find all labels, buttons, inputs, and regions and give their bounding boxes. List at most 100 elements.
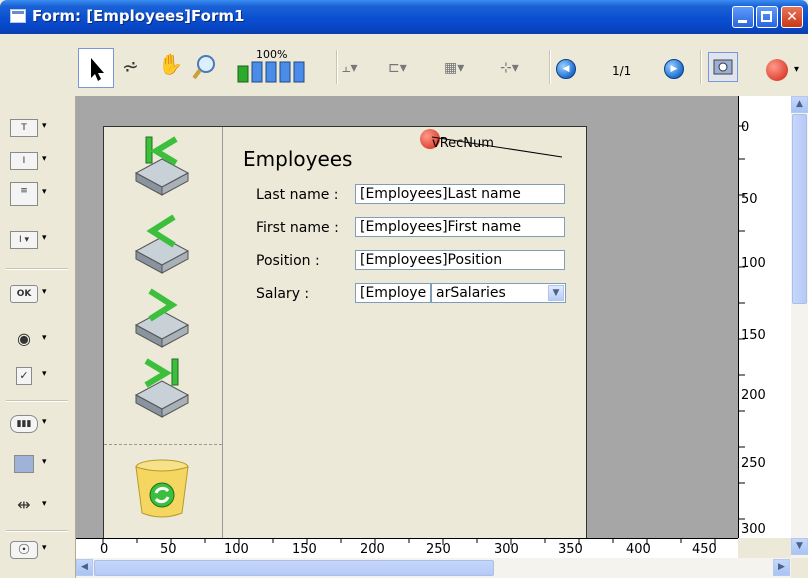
chevron-down-icon[interactable]: ▾ (42, 369, 47, 379)
last-record-icon (134, 358, 190, 418)
first-name-label: First name : (256, 220, 339, 236)
field-tool[interactable]: I ▾ (10, 149, 65, 175)
hruler-label: 300 (494, 542, 519, 557)
radio-button-icon: ◉ (17, 329, 31, 348)
hruler-label: 200 (360, 542, 385, 557)
salary-field[interactable]: [Employe (355, 283, 431, 303)
previous-record-icon (134, 214, 190, 274)
first-record-icon (134, 136, 190, 196)
form-editor-canvas[interactable]: Employees vRecNum Last name : [Employees… (76, 96, 738, 538)
order-tool-icon[interactable]: ⩫ (122, 54, 139, 78)
combo-tool-icon: I ▾ (10, 231, 38, 249)
chevron-down-icon[interactable]: ▾ (42, 417, 47, 427)
form-window-icon (10, 9, 26, 23)
vertical-ruler: 0 50 100 150 200 250 300 (738, 96, 792, 538)
form-title: Employees (243, 147, 353, 171)
vertical-scrollbar[interactable]: ▲ ▼ (791, 96, 808, 558)
vruler-label: 250 (741, 456, 766, 471)
list-tool[interactable]: ≡ ▾ (10, 182, 65, 208)
form-page: Employees vRecNum Last name : [Employees… (103, 126, 587, 538)
progress-tool[interactable]: ▮▮▮ ▾ (10, 412, 65, 438)
previous-page-icon[interactable]: ◀ (556, 59, 576, 79)
chevron-down-icon[interactable]: ▾ (42, 333, 47, 343)
previous-record-button[interactable] (132, 211, 192, 275)
delete-record-button[interactable] (132, 457, 192, 521)
text-tool[interactable]: T ▾ (10, 116, 65, 142)
object-palette: T ▾ I ▾ ≡ ▾ I ▾ ▾ OK ▾ ◉ ▾ ✓ ▾ ▮▮▮ ▾ ▾ ⇹ ▾ ☉ ▾ (0, 96, 76, 578)
pointer-tool-button[interactable] (78, 48, 114, 88)
pointer-icon (91, 58, 104, 81)
ok-button-icon: OK (10, 285, 38, 303)
salary-dropdown-value: arSalaries (436, 285, 506, 301)
layer-icon[interactable]: ▦▾ (444, 56, 464, 80)
position-label: Position : (256, 253, 320, 269)
scroll-up-icon[interactable]: ▲ (791, 96, 808, 113)
object-line (432, 136, 563, 158)
rectangle-tool[interactable]: ▾ (10, 452, 65, 478)
splitter-tool[interactable]: ⇹ ▾ (10, 494, 65, 520)
vruler-label: 0 (741, 120, 750, 135)
hruler-label: 50 (160, 542, 177, 557)
chevron-down-icon[interactable]: ▼ (548, 285, 564, 301)
plugin-area-icon[interactable] (766, 59, 788, 81)
zoom-magnifier-icon[interactable] (191, 52, 217, 82)
text-tool-icon: T (10, 119, 38, 137)
progress-bar-icon: ▮▮▮ (10, 415, 38, 433)
horizontal-scroll-thumb[interactable] (94, 560, 494, 576)
plugin-tool[interactable]: ☉ ▾ (10, 538, 65, 564)
chevron-down-icon[interactable]: ▾ (794, 64, 799, 75)
chevron-down-icon[interactable]: ▾ (42, 457, 47, 467)
field-tool-icon: I (10, 152, 38, 170)
chevron-down-icon[interactable]: ▾ (42, 543, 47, 553)
close-button[interactable]: ✕ (781, 6, 803, 28)
maximize-button[interactable] (756, 6, 778, 28)
chevron-down-icon[interactable]: ▾ (42, 154, 47, 164)
salary-label: Salary : (256, 286, 310, 302)
vruler-label: 200 (741, 388, 766, 403)
hand-icon[interactable]: ✋ (158, 52, 183, 76)
chevron-down-icon[interactable]: ▾ (42, 499, 47, 509)
hruler-label: 450 (692, 542, 717, 557)
button-tool[interactable]: OK ▾ (10, 282, 65, 308)
zoom-level-control[interactable]: 100% (222, 48, 334, 88)
checkbox-icon: ✓ (16, 367, 32, 385)
distribute-icon[interactable]: ⊏▾ (388, 56, 407, 80)
scroll-right-icon[interactable]: ▶ (773, 559, 790, 576)
minimize-button[interactable] (732, 6, 754, 28)
hruler-label: 400 (626, 542, 651, 557)
window-title: Form: [Employees]Form1 (32, 7, 245, 25)
align-icon[interactable]: ⫠▾ (342, 56, 358, 80)
hruler-label: 150 (292, 542, 317, 557)
list-tool-icon: ≡ (10, 182, 38, 206)
vruler-label: 50 (741, 192, 758, 207)
resize-grip[interactable] (791, 558, 808, 578)
last-name-field[interactable]: [Employees]Last name (355, 184, 565, 204)
splitter-icon: ⇹ (17, 495, 31, 514)
combo-tool[interactable]: I ▾ ▾ (10, 228, 65, 254)
horizontal-scrollbar[interactable]: ◀ ▶ (76, 558, 791, 578)
chevron-down-icon[interactable]: ▾ (42, 233, 47, 243)
rectangle-icon (14, 455, 34, 473)
vruler-label: 300 (741, 522, 766, 537)
chevron-down-icon[interactable]: ▾ (42, 187, 47, 197)
vruler-label: 100 (741, 256, 766, 271)
plugin-icon: ☉ (10, 541, 38, 559)
chevron-down-icon[interactable]: ▾ (42, 121, 47, 131)
last-record-button[interactable] (132, 355, 192, 419)
group-icon[interactable]: ⊹▾ (500, 56, 519, 80)
first-record-button[interactable] (132, 133, 192, 197)
radio-tool[interactable]: ◉ ▾ (10, 328, 65, 354)
horizontal-ruler: 0 50 100 150 200 250 300 350 400 450 (76, 538, 738, 559)
scroll-left-icon[interactable]: ◀ (76, 559, 93, 576)
scroll-down-icon[interactable]: ▼ (791, 538, 808, 555)
chevron-down-icon[interactable]: ▾ (42, 287, 47, 297)
hruler-label: 250 (426, 542, 451, 557)
preview-form-icon[interactable] (708, 52, 738, 82)
next-record-button[interactable] (132, 285, 192, 349)
first-name-field[interactable]: [Employees]First name (355, 217, 565, 237)
vertical-scroll-thumb[interactable] (792, 114, 807, 304)
salary-dropdown[interactable]: arSalaries ▼ (431, 283, 566, 303)
position-field[interactable]: [Employees]Position (355, 250, 565, 270)
checkbox-tool[interactable]: ✓ ▾ (10, 364, 65, 390)
next-page-icon[interactable]: ▶ (664, 59, 684, 79)
